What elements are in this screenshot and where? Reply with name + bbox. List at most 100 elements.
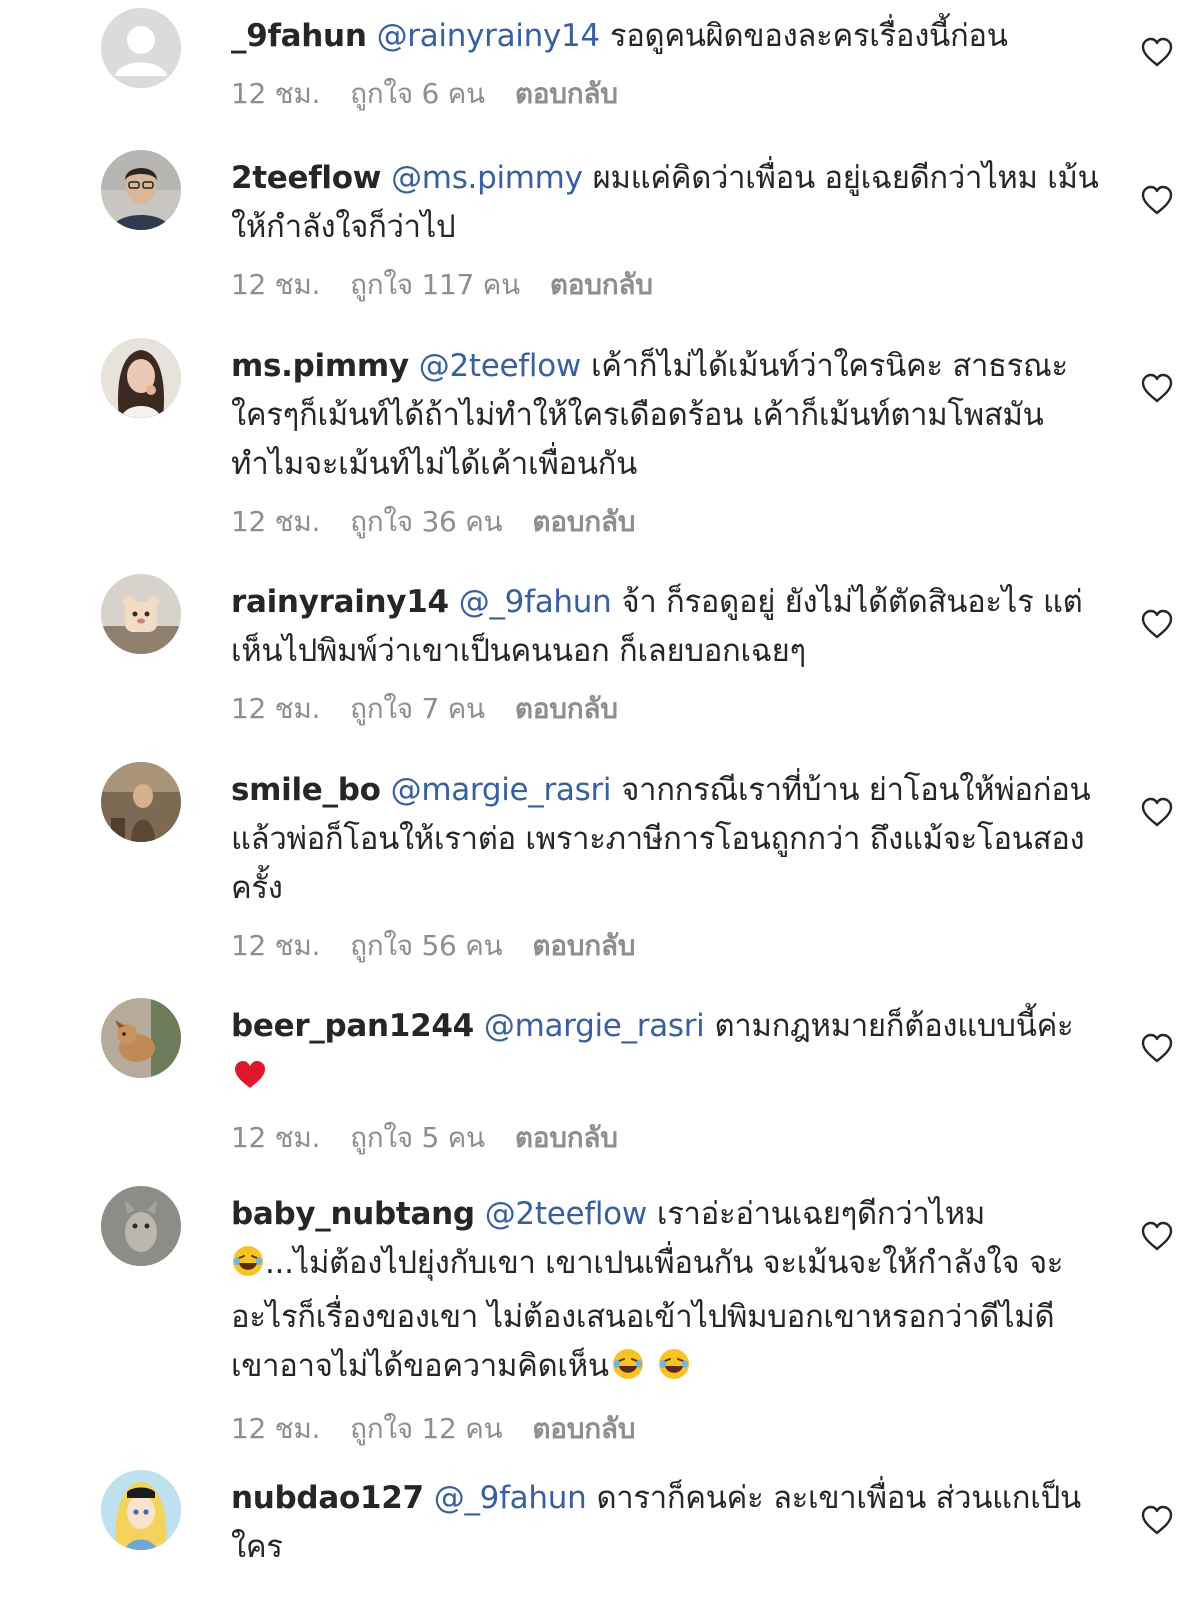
reply-button[interactable]: ตอบกลับ <box>532 1412 635 1445</box>
like-button[interactable] <box>1140 608 1174 640</box>
comment-username[interactable]: 2teeflow <box>231 160 381 196</box>
heart-outline-icon <box>1141 1221 1173 1251</box>
comment-body: ms.pimmy @2teeflow เค้าก็ไม่ได้เม้นท์ว่าใค… <box>231 342 1101 542</box>
comment-mention[interactable]: @2teeflow <box>419 348 581 384</box>
comment-mention[interactable]: @ms.pimmy <box>391 160 583 196</box>
comment-content: nubdao127 @_9fahun ดาราก็คนค่ะ ละเขาเพื่อน… <box>231 1474 1101 1572</box>
comment-body: baby_nubtang @2teeflow เราอ่ะอ่านเฉยๆดีกว่… <box>231 1190 1101 1449</box>
comment-username[interactable]: nubdao127 <box>231 1480 424 1516</box>
heart-outline-icon <box>1141 185 1173 215</box>
user-photo-avatar <box>101 1470 181 1550</box>
comment-likes[interactable]: ถูกใจ 36 คน <box>350 505 503 538</box>
comment-text: รอดูคนผิดของละครเรื่องนี้ก่อน <box>609 18 1008 54</box>
comment-meta: 12 ชม. ถูกใจ 56 คน ตอบกลับ <box>231 926 1101 966</box>
comment-likes[interactable]: ถูกใจ 117 คน <box>350 268 520 301</box>
comment-username[interactable]: rainyrainy14 <box>231 584 449 620</box>
comment-time: 12 ชม. <box>231 1412 321 1445</box>
like-button[interactable] <box>1140 372 1174 404</box>
avatar[interactable] <box>101 338 181 418</box>
comment-likes[interactable]: ถูกใจ 56 คน <box>350 929 503 962</box>
comment-text: เราอ่ะอ่านเฉยๆดีกว่าไหม <box>656 1196 986 1232</box>
user-photo-avatar <box>101 338 181 418</box>
comment-username[interactable]: ms.pimmy <box>231 348 409 384</box>
user-photo-avatar <box>101 574 181 654</box>
avatar[interactable] <box>101 574 181 654</box>
comment-content: smile_bo @margie_rasri จากกรณีเราที่บ้าน ย… <box>231 766 1101 913</box>
comment-username[interactable]: smile_bo <box>231 772 381 808</box>
comment-mention[interactable]: @rainyrainy14 <box>377 18 601 54</box>
reply-button[interactable]: ตอบกลับ <box>515 77 618 110</box>
comment-meta: 12 ชม. ถูกใจ 7 คน ตอบกลับ <box>231 689 1101 729</box>
avatar[interactable] <box>101 998 181 1078</box>
comment-mention[interactable]: @2teeflow <box>485 1196 647 1232</box>
heart-outline-icon <box>1141 1033 1173 1063</box>
comment-meta: 12 ชม. ถูกใจ 5 คน ตอบกลับ <box>231 1118 1101 1158</box>
like-button[interactable] <box>1140 36 1174 68</box>
comment-body: _9fahun @rainyrainy14 รอดูคนผิดของละครเรื่… <box>231 12 1101 114</box>
comment-text: ตามกฎหมายก็ต้องแบบนี้ค่ะ <box>714 1008 1074 1044</box>
reply-button[interactable]: ตอบกลับ <box>550 268 653 301</box>
comment-content: _9fahun @rainyrainy14 รอดูคนผิดของละครเรื่… <box>231 12 1101 61</box>
like-button[interactable] <box>1140 184 1174 216</box>
comment-body: nubdao127 @_9fahun ดาราก็คนค่ะ ละเขาเพื่อน… <box>231 1474 1101 1572</box>
comment-time: 12 ชม. <box>231 505 321 538</box>
comment-username[interactable]: baby_nubtang <box>231 1196 475 1232</box>
reply-button[interactable]: ตอบกลับ <box>515 1121 618 1154</box>
comment-likes[interactable]: ถูกใจ 12 คน <box>350 1412 503 1445</box>
heart-outline-icon <box>1141 1505 1173 1535</box>
comment-time: 12 ชม. <box>231 77 321 110</box>
comment-body: 2teeflow @ms.pimmy ผมแค่คิดว่าเพื่อน อยู่เ… <box>231 154 1101 305</box>
comment-time: 12 ชม. <box>231 692 321 725</box>
comment-content: beer_pan1244 @margie_rasri ตามกฎหมายก็ต้อง… <box>231 1002 1101 1105</box>
user-photo-avatar <box>101 998 181 1078</box>
comment-time: 12 ชม. <box>231 268 321 301</box>
like-button[interactable] <box>1140 796 1174 828</box>
comment-meta: 12 ชม. ถูกใจ 36 คน ตอบกลับ <box>231 502 1101 542</box>
user-photo-avatar <box>101 1186 181 1266</box>
comment-body: rainyrainy14 @_9fahun จ้า ก็รอดูอยู่ ยังไม… <box>231 578 1101 729</box>
comment-body: smile_bo @margie_rasri จากกรณีเราที่บ้าน ย… <box>231 766 1101 966</box>
comment-likes[interactable]: ถูกใจ 6 คน <box>350 77 485 110</box>
user-photo-avatar <box>101 150 181 230</box>
avatar[interactable] <box>101 762 181 842</box>
like-button[interactable] <box>1140 1220 1174 1252</box>
reply-button[interactable]: ตอบกลับ <box>532 505 635 538</box>
comment-username[interactable]: _9fahun <box>231 18 367 54</box>
comment-content: baby_nubtang @2teeflow เราอ่ะอ่านเฉยๆดีกว่… <box>231 1190 1101 1396</box>
like-button[interactable] <box>1140 1032 1174 1064</box>
comment-meta: 12 ชม. ถูกใจ 117 คน ตอบกลับ <box>231 265 1101 305</box>
avatar[interactable] <box>101 1186 181 1266</box>
default-avatar-icon <box>101 8 181 88</box>
comment-mention[interactable]: @margie_rasri <box>391 772 612 808</box>
comment-content: 2teeflow @ms.pimmy ผมแค่คิดว่าเพื่อน อยู่เ… <box>231 154 1101 252</box>
avatar[interactable] <box>101 8 181 88</box>
reply-button[interactable]: ตอบกลับ <box>515 692 618 725</box>
laughing-emoji <box>657 1347 691 1396</box>
comment-meta: 12 ชม. ถูกใจ 6 คน ตอบกลับ <box>231 74 1101 114</box>
reply-button[interactable]: ตอบกลับ <box>532 929 635 962</box>
comment-meta: 12 ชม. ถูกใจ 12 คน ตอบกลับ <box>231 1409 1101 1449</box>
user-photo-avatar <box>101 762 181 842</box>
heart-outline-icon <box>1141 37 1173 67</box>
avatar[interactable] <box>101 150 181 230</box>
comment-mention[interactable]: @margie_rasri <box>484 1008 705 1044</box>
laughing-emoji <box>231 1244 265 1293</box>
comment-username[interactable]: beer_pan1244 <box>231 1008 474 1044</box>
red-heart-emoji <box>233 1056 267 1105</box>
comment-content: ms.pimmy @2teeflow เค้าก็ไม่ได้เม้นท์ว่าใค… <box>231 342 1101 489</box>
heart-outline-icon <box>1141 797 1173 827</box>
comment-likes[interactable]: ถูกใจ 5 คน <box>350 1121 485 1154</box>
laughing-emoji <box>611 1347 645 1396</box>
comment-time: 12 ชม. <box>231 1121 321 1154</box>
avatar[interactable] <box>101 1470 181 1550</box>
comment-body: beer_pan1244 @margie_rasri ตามกฎหมายก็ต้อง… <box>231 1002 1101 1158</box>
comment-time: 12 ชม. <box>231 929 321 962</box>
like-button[interactable] <box>1140 1504 1174 1536</box>
comment-mention[interactable]: @_9fahun <box>434 1480 587 1516</box>
heart-outline-icon <box>1141 609 1173 639</box>
comment-likes[interactable]: ถูกใจ 7 คน <box>350 692 485 725</box>
comment-content: rainyrainy14 @_9fahun จ้า ก็รอดูอยู่ ยังไม… <box>231 578 1101 676</box>
comment-text: ...ไม่ต้องไปยุ่งกับเขา เขาเปนเพื่อนกัน จ… <box>231 1245 1064 1384</box>
comment-mention[interactable]: @_9fahun <box>459 584 612 620</box>
heart-outline-icon <box>1141 373 1173 403</box>
